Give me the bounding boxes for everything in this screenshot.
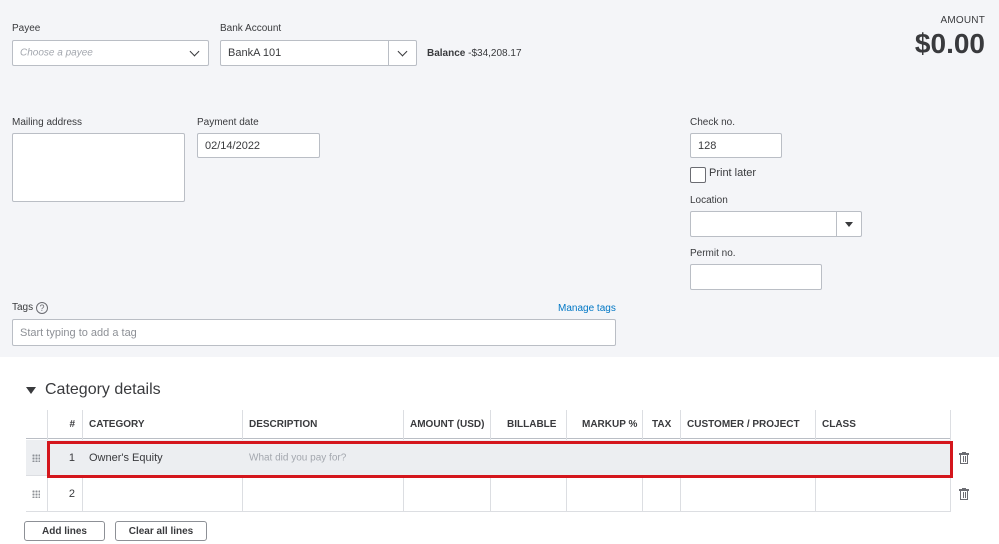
- payee-dropdown-button[interactable]: [180, 41, 208, 65]
- collapse-caret-icon[interactable]: [26, 387, 36, 394]
- balance-label: Balance: [427, 48, 466, 59]
- col-tax: TAX: [652, 419, 672, 430]
- tags-label: Tags: [12, 302, 34, 313]
- add-lines-button[interactable]: Add lines: [24, 521, 105, 541]
- col-class: CLASS: [822, 419, 856, 430]
- tags-input[interactable]: Start typing to add a tag: [12, 319, 616, 346]
- chevron-down-icon: [397, 46, 408, 56]
- payee-select[interactable]: Choose a payee: [12, 40, 209, 66]
- payment-date-value: 02/14/2022: [205, 139, 261, 152]
- permit-no-input[interactable]: [690, 264, 822, 290]
- col-description: DESCRIPTION: [249, 419, 318, 430]
- bank-account-label: Bank Account: [220, 23, 282, 34]
- trash-icon[interactable]: [959, 488, 969, 500]
- print-later-label: Print later: [709, 167, 757, 179]
- drag-grip-icon[interactable]: [32, 489, 40, 498]
- payment-date-label: Payment date: [197, 117, 259, 128]
- print-later-checkbox[interactable]: [690, 167, 706, 183]
- bank-account-select[interactable]: BankA 101: [220, 40, 417, 66]
- row-number: 2: [68, 487, 75, 500]
- highlight-box: [47, 441, 953, 478]
- dropdown-triangle-icon: [845, 221, 853, 227]
- manage-tags-link[interactable]: Manage tags: [558, 303, 616, 314]
- category-table-header: # CATEGORY DESCRIPTION AMOUNT (USD) BILL…: [26, 410, 951, 439]
- mailing-address-textarea[interactable]: [12, 133, 185, 202]
- mailing-address-label: Mailing address: [12, 117, 83, 128]
- amount-value: $0.00: [914, 28, 985, 59]
- check-no-value: 128: [698, 139, 717, 152]
- transaction-header-panel: Payee Choose a payee Bank Account BankA …: [0, 0, 999, 357]
- location-dropdown-button[interactable]: [836, 212, 861, 236]
- help-circle-icon[interactable]: ?: [36, 302, 48, 314]
- location-label: Location: [690, 195, 728, 206]
- tags-placeholder: Start typing to add a tag: [20, 326, 137, 339]
- category-details-title[interactable]: Category details: [45, 381, 161, 399]
- permit-no-label: Permit no.: [690, 248, 736, 259]
- col-category: CATEGORY: [89, 419, 145, 430]
- location-select[interactable]: [690, 211, 862, 237]
- clear-all-lines-button[interactable]: Clear all lines: [115, 521, 207, 541]
- payment-date-input[interactable]: 02/14/2022: [197, 133, 320, 158]
- payee-label: Payee: [12, 23, 41, 34]
- col-billable: BILLABLE: [507, 419, 557, 430]
- trash-icon[interactable]: [959, 452, 969, 464]
- check-no-label: Check no.: [690, 117, 736, 128]
- table-row[interactable]: 2: [26, 476, 951, 512]
- bank-account-value: BankA 101: [228, 47, 282, 59]
- drag-grip-icon[interactable]: [32, 453, 40, 462]
- col-amount: AMOUNT (USD): [410, 419, 485, 430]
- balance: Balance -$34,208.17: [427, 48, 522, 59]
- amount-label: AMOUNT: [940, 15, 985, 26]
- balance-value: -$34,208.17: [468, 48, 522, 59]
- col-markup: MARKUP %: [582, 419, 638, 430]
- col-customer-project: CUSTOMER / PROJECT: [687, 419, 800, 430]
- chevron-down-icon: [189, 46, 199, 56]
- check-no-input[interactable]: 128: [690, 133, 782, 158]
- payee-placeholder: Choose a payee: [20, 47, 93, 59]
- help-glyph: ?: [39, 303, 45, 313]
- col-num: #: [69, 419, 75, 430]
- bank-account-dropdown-button[interactable]: [388, 41, 416, 65]
